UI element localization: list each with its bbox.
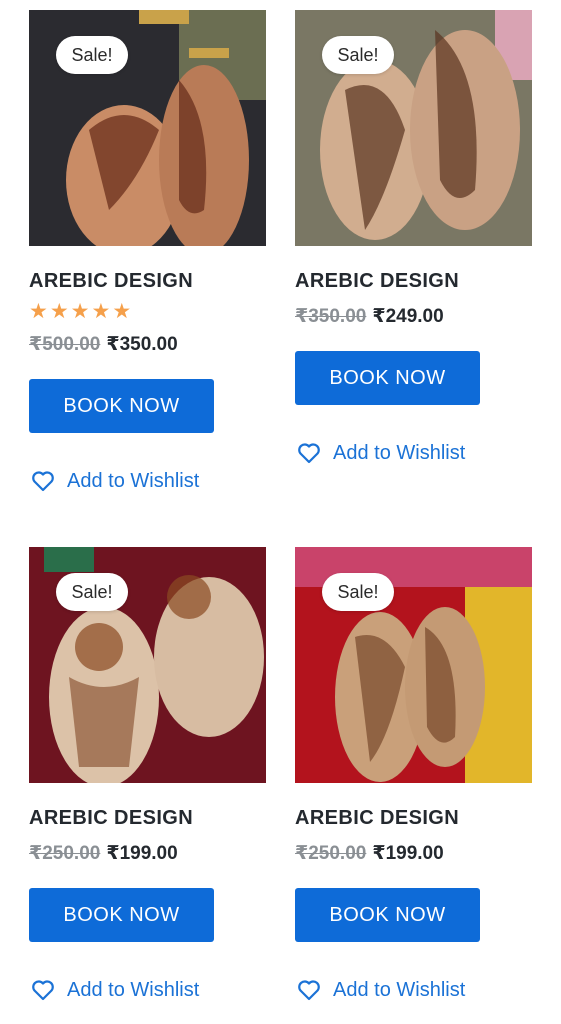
sale-badge: Sale! bbox=[56, 573, 128, 611]
add-to-wishlist-link[interactable]: Add to Wishlist bbox=[295, 978, 533, 1002]
product-image[interactable]: Sale! bbox=[29, 547, 266, 783]
product-card: Sale! AREBIC DESIGN ₹250.00 ₹199.00 BOOK … bbox=[29, 547, 267, 1002]
product-card: Sale! AREBIC DESIGN ★ ★ ★ ★ ★ ₹500.00 ₹35… bbox=[29, 10, 267, 493]
rating-stars: ★ ★ ★ ★ ★ bbox=[29, 300, 267, 323]
old-price: ₹250.00 bbox=[29, 843, 101, 864]
product-title[interactable]: AREBIC DESIGN bbox=[295, 270, 533, 292]
sale-price: ₹199.00 bbox=[372, 843, 444, 864]
price: ₹250.00 ₹199.00 bbox=[29, 843, 267, 865]
product-image[interactable]: Sale! bbox=[29, 10, 266, 246]
product-image[interactable]: Sale! bbox=[295, 547, 532, 783]
sale-badge: Sale! bbox=[322, 36, 394, 74]
star-icon: ★ bbox=[49, 300, 69, 323]
price: ₹350.00 ₹249.00 bbox=[295, 306, 533, 328]
sale-price: ₹249.00 bbox=[372, 306, 444, 327]
wishlist-label: Add to Wishlist bbox=[67, 469, 200, 492]
sale-badge: Sale! bbox=[56, 36, 128, 74]
product-title[interactable]: AREBIC DESIGN bbox=[29, 807, 267, 829]
product-card: Sale! AREBIC DESIGN ₹350.00 ₹249.00 BOOK … bbox=[295, 10, 533, 465]
star-icon: ★ bbox=[91, 300, 111, 323]
wishlist-label: Add to Wishlist bbox=[333, 978, 466, 1001]
book-now-button[interactable]: BOOK NOW bbox=[29, 888, 214, 942]
product-image[interactable]: Sale! bbox=[295, 10, 532, 246]
old-price: ₹250.00 bbox=[295, 843, 367, 864]
price: ₹500.00 ₹350.00 bbox=[29, 334, 267, 356]
book-now-button[interactable]: BOOK NOW bbox=[295, 351, 480, 405]
heart-outline-icon bbox=[298, 443, 320, 464]
star-icon: ★ bbox=[70, 300, 90, 323]
heart-outline-icon bbox=[298, 980, 320, 1001]
product-card: Sale! AREBIC DESIGN ₹250.00 ₹199.00 BOOK … bbox=[295, 547, 533, 1002]
old-price: ₹350.00 bbox=[295, 306, 367, 327]
product-title[interactable]: AREBIC DESIGN bbox=[295, 807, 533, 829]
book-now-button[interactable]: BOOK NOW bbox=[295, 888, 480, 942]
sale-badge: Sale! bbox=[322, 573, 394, 611]
price: ₹250.00 ₹199.00 bbox=[295, 843, 533, 865]
add-to-wishlist-link[interactable]: Add to Wishlist bbox=[29, 978, 267, 1002]
old-price: ₹500.00 bbox=[29, 334, 101, 355]
add-to-wishlist-link[interactable]: Add to Wishlist bbox=[29, 469, 267, 493]
add-to-wishlist-link[interactable]: Add to Wishlist bbox=[295, 441, 533, 465]
wishlist-label: Add to Wishlist bbox=[67, 978, 200, 1001]
sale-price: ₹199.00 bbox=[106, 843, 178, 864]
wishlist-label: Add to Wishlist bbox=[333, 441, 466, 464]
heart-outline-icon bbox=[32, 980, 54, 1001]
product-title[interactable]: AREBIC DESIGN bbox=[29, 270, 267, 292]
book-now-button[interactable]: BOOK NOW bbox=[29, 379, 214, 433]
star-icon: ★ bbox=[112, 300, 132, 323]
sale-price: ₹350.00 bbox=[106, 334, 178, 355]
star-icon: ★ bbox=[29, 300, 48, 323]
heart-outline-icon bbox=[32, 471, 54, 492]
